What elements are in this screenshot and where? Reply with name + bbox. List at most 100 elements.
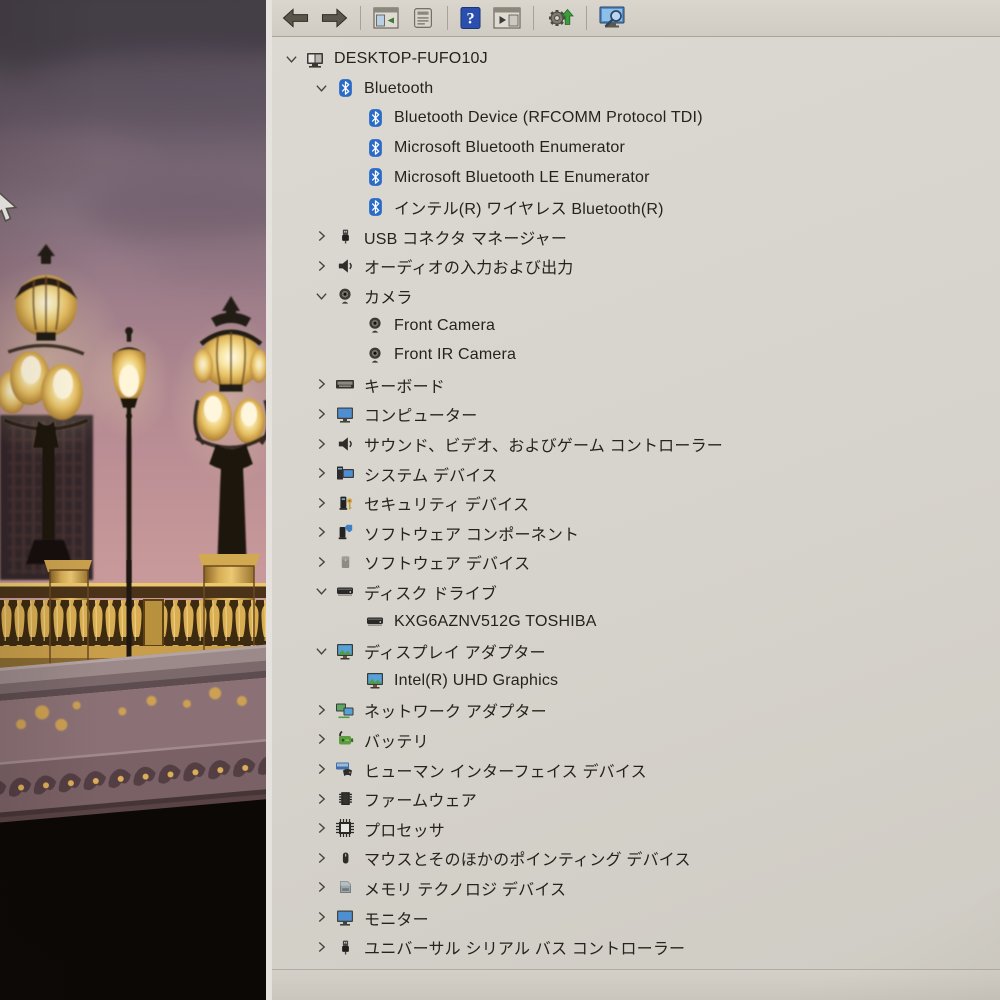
tree-item-label: ソフトウェア コンポーネント	[364, 526, 580, 544]
tree-item[interactable]: プロセッサ	[272, 813, 1000, 843]
battery-icon	[334, 729, 356, 749]
tree-item[interactable]: コンピューター	[272, 399, 1000, 429]
tree-item-label: ファームウェア	[364, 793, 477, 811]
chevron-right-icon[interactable]	[308, 851, 334, 865]
tree-item[interactable]: Bluetooth	[272, 74, 1000, 104]
tree-item[interactable]: ファームウェア	[272, 784, 1000, 814]
chevron-right-icon[interactable]	[308, 496, 334, 510]
chevron-right-icon[interactable]	[308, 259, 334, 273]
tree-item[interactable]: セキュリティ デバイス	[272, 488, 1000, 518]
tree-item[interactable]: KXG6AZNV512G TOSHIBA	[272, 606, 1000, 636]
chevron-right-icon[interactable]	[308, 437, 334, 451]
tree-item-label: ディスプレイ アダプター	[364, 645, 546, 663]
tree-item[interactable]: オーディオの入力および出力	[272, 251, 1000, 281]
chevron-down-icon[interactable]	[308, 586, 334, 596]
display-adapter-icon	[334, 641, 356, 661]
chevron-right-icon[interactable]	[308, 407, 334, 421]
tree-item[interactable]: Microsoft Bluetooth Enumerator	[272, 133, 1000, 163]
tree-item[interactable]: Bluetooth Device (RFCOMM Protocol TDI)	[272, 103, 1000, 133]
keyboard-icon	[334, 374, 356, 394]
chevron-right-icon[interactable]	[308, 555, 334, 569]
tree-item[interactable]: Microsoft Bluetooth LE Enumerator	[272, 162, 1000, 192]
help-icon[interactable]: ?	[457, 3, 484, 33]
chevron-down-icon[interactable]	[308, 646, 334, 656]
software-component-icon	[334, 522, 356, 542]
update-driver-icon[interactable]	[543, 3, 577, 33]
chevron-right-icon[interactable]	[308, 762, 334, 776]
bluetooth-icon	[364, 167, 386, 187]
back-icon[interactable]	[279, 3, 312, 33]
tree-item[interactable]: カメラ	[272, 281, 1000, 311]
chevron-right-icon[interactable]	[308, 880, 334, 894]
chevron-right-icon[interactable]	[308, 466, 334, 480]
chevron-right-icon[interactable]	[308, 525, 334, 539]
tree-item[interactable]: ソフトウェア コンポーネント	[272, 518, 1000, 548]
tree-item[interactable]: モニター	[272, 902, 1000, 932]
camera-icon	[364, 345, 386, 365]
tree-item[interactable]: Front Camera	[272, 310, 1000, 340]
forward-icon[interactable]	[318, 3, 351, 33]
camera-icon	[334, 286, 356, 306]
tree-item[interactable]: USB コネクタ マネージャー	[272, 222, 1000, 252]
tree-item[interactable]: サウンド、ビデオ、およびゲーム コントローラー	[272, 429, 1000, 459]
chevron-right-icon[interactable]	[308, 229, 334, 243]
tree-item-label: Microsoft Bluetooth Enumerator	[394, 139, 625, 157]
tree-item[interactable]: マウスとそのほかのポインティング デバイス	[272, 843, 1000, 873]
memory-card-icon	[334, 877, 356, 897]
chevron-right-icon[interactable]	[308, 940, 334, 954]
properties-icon[interactable]	[408, 3, 438, 33]
tree-item[interactable]: ユニバーサル シリアル バス コントローラー	[272, 932, 1000, 962]
chevron-right-icon[interactable]	[308, 377, 334, 391]
tree-item[interactable]: ディスプレイ アダプター	[272, 636, 1000, 666]
chevron-right-icon[interactable]	[308, 732, 334, 746]
lamppost-right	[169, 296, 266, 572]
tree-item[interactable]: キーボード	[272, 370, 1000, 400]
bridge-lampposts-scene	[0, 244, 266, 1000]
chevron-down-icon[interactable]	[308, 83, 334, 93]
tree-item[interactable]: バッテリ	[272, 725, 1000, 755]
chevron-down-icon[interactable]	[308, 291, 334, 301]
chevron-right-icon[interactable]	[308, 792, 334, 806]
computer-icon	[304, 49, 326, 69]
toolbar: ?	[272, 0, 1000, 37]
security-device-icon	[334, 493, 356, 513]
chevron-down-icon[interactable]	[278, 54, 304, 64]
show-action-pane-icon[interactable]	[490, 3, 524, 33]
tree-item-label: KXG6AZNV512G TOSHIBA	[394, 612, 597, 630]
tree-item[interactable]: ネットワーク アダプター	[272, 695, 1000, 725]
device-tree: DESKTOP-FUFO10J Bluetooth Bluetooth Device…	[272, 37, 1000, 970]
tree-item[interactable]: ヒューマン インターフェイス デバイス	[272, 754, 1000, 784]
tree-item[interactable]: メモリ テクノロジ デバイス	[272, 873, 1000, 903]
tree-item-label: ヒューマン インターフェイス デバイス	[364, 763, 647, 781]
tree-item[interactable]: システム デバイス	[272, 458, 1000, 488]
tree-item[interactable]: Front IR Camera	[272, 340, 1000, 370]
tree-item[interactable]: DESKTOP-FUFO10J	[272, 44, 1000, 74]
firmware-icon	[334, 789, 356, 809]
tree-item[interactable]: インテル(R) ワイヤレス Bluetooth(R)	[272, 192, 1000, 222]
hid-icon	[334, 759, 356, 779]
processor-icon	[334, 818, 356, 838]
toolbar-separator	[447, 6, 448, 30]
tree-item-label: USB コネクタ マネージャー	[364, 230, 568, 248]
tree-item[interactable]: ソフトウェア デバイス	[272, 547, 1000, 577]
tree-item-label: ユニバーサル シリアル バス コントローラー	[364, 941, 686, 959]
show-console-tree-icon[interactable]	[370, 3, 402, 33]
chevron-right-icon[interactable]	[308, 821, 334, 835]
tree-item[interactable]: ディスク ドライブ	[272, 577, 1000, 607]
scan-hardware-changes-icon[interactable]	[596, 3, 632, 33]
bluetooth-icon	[364, 108, 386, 128]
tree-item-label: サウンド、ビデオ、およびゲーム コントローラー	[364, 438, 723, 456]
screen: ? DESKTOP-FUFO10J Bluetooth Bluetooth Devi…	[0, 0, 1000, 1000]
chevron-right-icon[interactable]	[308, 703, 334, 717]
disk-drive-icon	[364, 611, 386, 631]
speaker-icon	[334, 256, 356, 276]
bridge-arch	[0, 641, 266, 1000]
tree-item-label: オーディオの入力および出力	[364, 260, 574, 278]
chevron-right-icon[interactable]	[308, 910, 334, 924]
tree-item-label: ネットワーク アダプター	[364, 704, 547, 722]
speaker-icon	[334, 434, 356, 454]
tree-item-label: キーボード	[364, 378, 446, 396]
usb-icon	[334, 226, 356, 246]
tree-item[interactable]: Intel(R) UHD Graphics	[272, 665, 1000, 695]
tree-item-label: ソフトウェア デバイス	[364, 556, 531, 574]
